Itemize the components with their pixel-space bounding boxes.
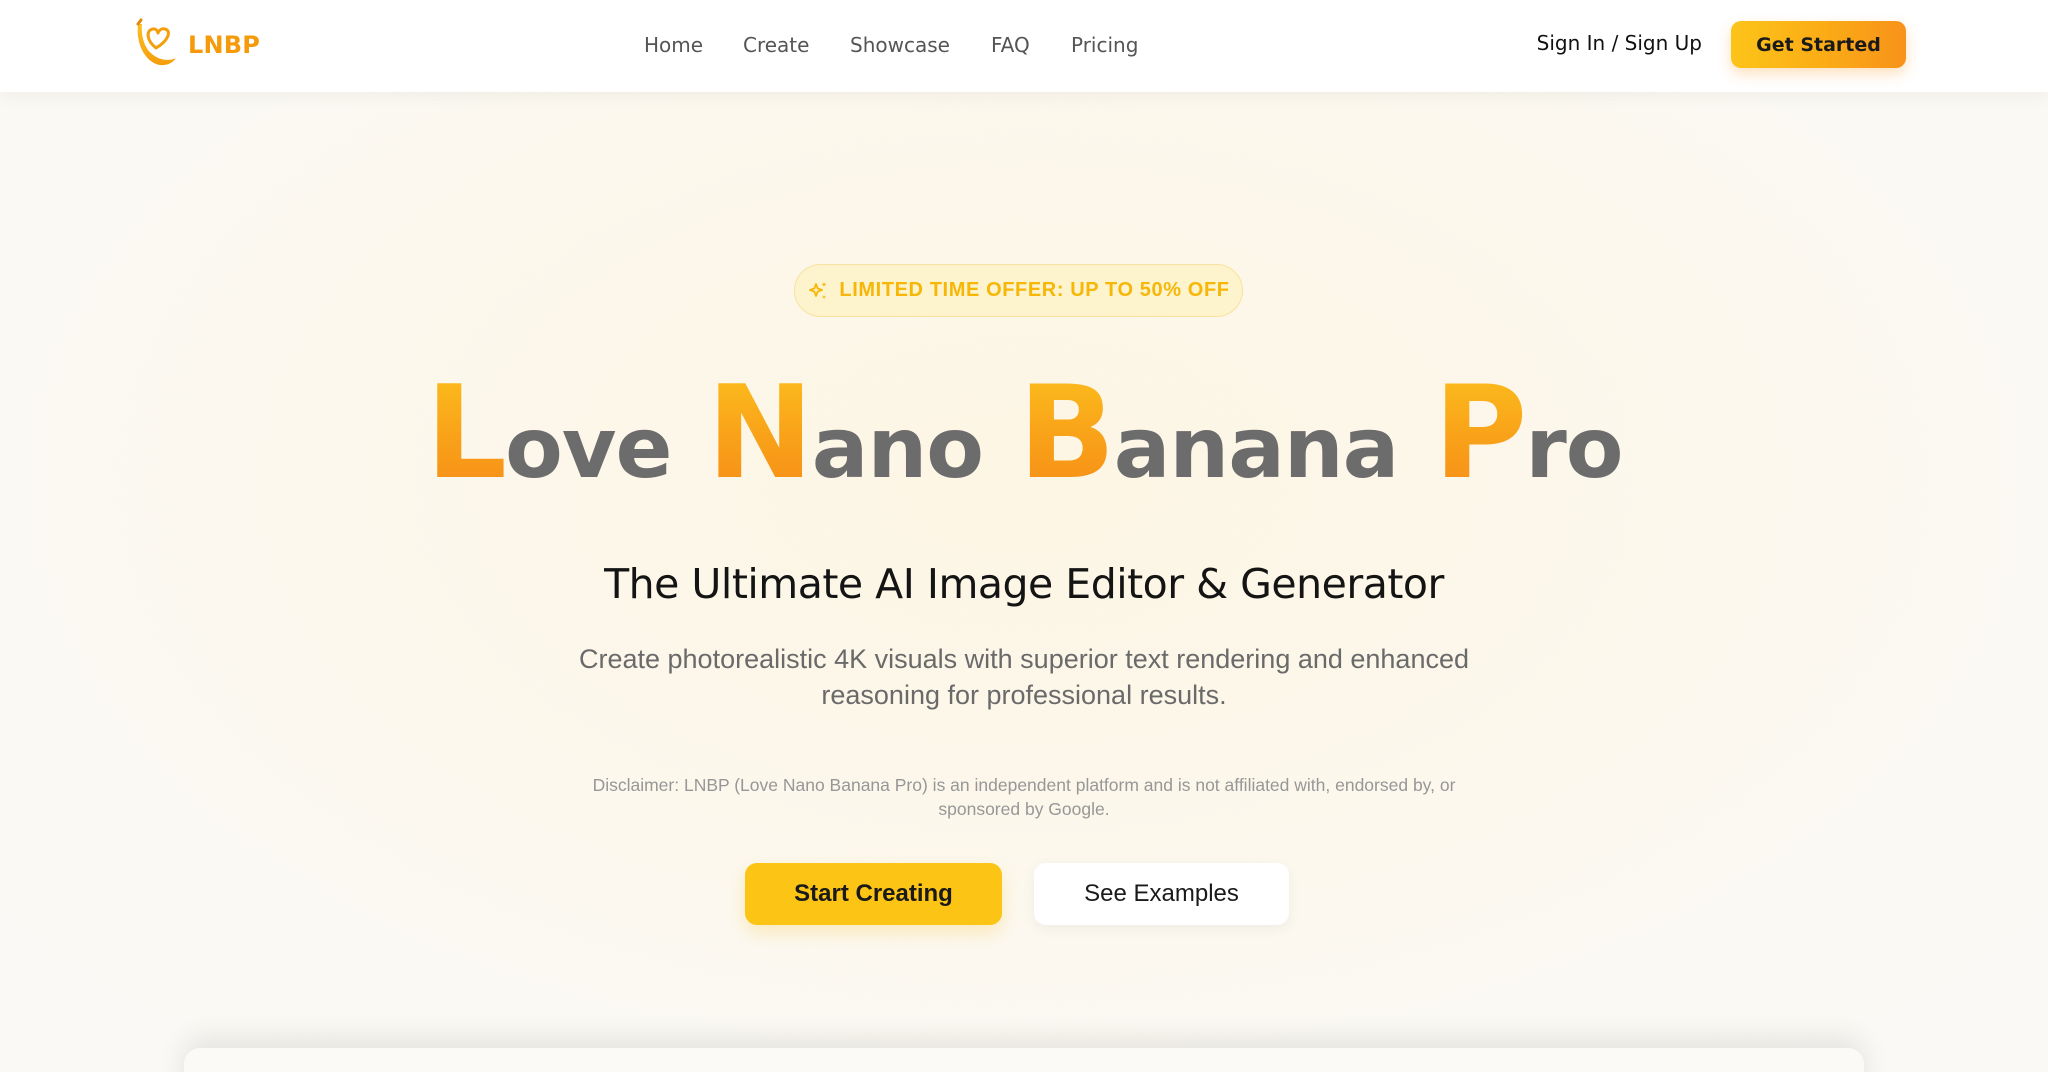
title-word-nano: Nano: [706, 359, 984, 508]
offer-text: LIMITED TIME OFFER: UP TO 50% OFF: [839, 279, 1230, 301]
nav-item-showcase[interactable]: Showcase: [850, 33, 950, 57]
get-started-button[interactable]: Get Started: [1731, 21, 1906, 68]
brand-logo-link[interactable]: LNBP: [132, 18, 260, 72]
nav-item-faq[interactable]: FAQ: [991, 33, 1030, 57]
start-creating-button[interactable]: Start Creating: [745, 863, 1002, 925]
sparkle-icon: [809, 281, 827, 299]
site-header: LNBP Home Create Showcase FAQ Pricing Si…: [0, 0, 2048, 92]
hero-title: Love Nano Banana Pro: [0, 370, 2048, 498]
preview-card: [184, 1048, 1864, 1072]
sign-in-link[interactable]: Sign In / Sign Up: [1537, 31, 1702, 55]
disclaimer-text: Disclaimer: LNBP (Love Nano Banana Pro) …: [592, 775, 1456, 819]
nav-item-home[interactable]: Home: [644, 33, 703, 57]
nav-item-create[interactable]: Create: [743, 33, 809, 57]
title-word-pro: Pro: [1433, 359, 1624, 508]
title-word-love: Love: [425, 359, 673, 508]
hero-subtitle: The Ultimate AI Image Editor & Generator: [604, 560, 1444, 608]
title-word-banana: Banana: [1018, 359, 1399, 508]
hero-description: Create photorealistic 4K visuals with su…: [578, 644, 1469, 710]
offer-badge: LIMITED TIME OFFER: UP TO 50% OFF: [794, 264, 1243, 317]
banana-heart-icon: [136, 18, 176, 66]
brand-name: LNBP: [188, 31, 261, 59]
nav-item-pricing[interactable]: Pricing: [1071, 33, 1138, 57]
see-examples-button[interactable]: See Examples: [1034, 863, 1289, 925]
